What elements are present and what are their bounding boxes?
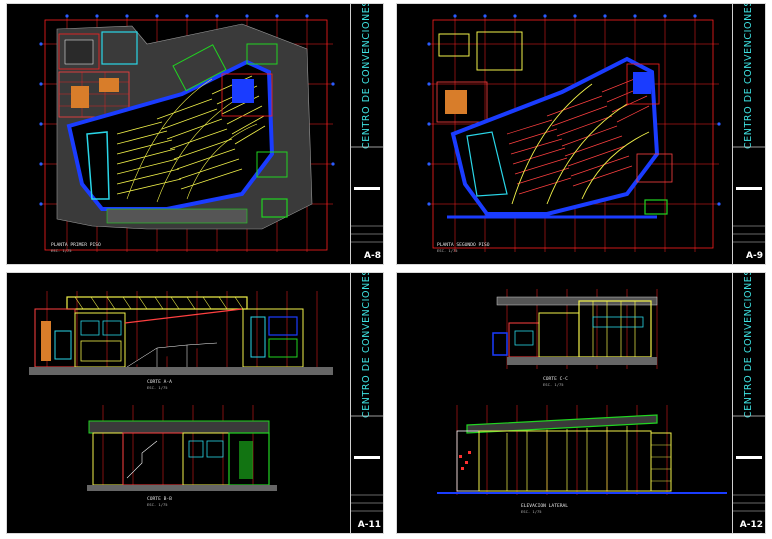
plan-second-floor-drawing [427, 14, 721, 252]
title-block-lines [733, 146, 765, 243]
view-scale: ESC. 1/75 [543, 382, 564, 387]
drawing-sheet-2[interactable]: PLANTA SEGUNDO PISO ESC. 1/75 CENTRO DE … [396, 3, 766, 265]
title-block: CENTRO DE CONVENCIONES A-8 [350, 4, 383, 264]
drawing-sheet-1[interactable]: PLANTA PRIMER PISO ESC. 1/75 CENTRO DE C… [6, 3, 384, 265]
sheet-number: A-8 [364, 251, 381, 261]
view-caption: PLANTA PRIMER PISO ESC. 1/75 [51, 243, 101, 253]
sheet-number: A-9 [746, 251, 763, 261]
title-block: CENTRO DE CONVENCIONES A-9 [732, 4, 765, 264]
view-scale: ESC. 1/75 [437, 248, 458, 253]
view-caption: CORTE C-C ESC. 1/75 [543, 377, 568, 387]
title-block-lines [733, 415, 765, 512]
view-scale: ESC. 1/75 [147, 385, 168, 390]
view-scale: ESC. 1/75 [521, 509, 542, 514]
title-block-lines [351, 415, 383, 512]
view-caption: PLANTA SEGUNDO PISO ESC. 1/75 [437, 243, 490, 253]
drawing-sheet-3[interactable]: CORTE A-A ESC. 1/75 CORTE B-B ESC. 1/75 … [6, 272, 384, 534]
title-block: CENTRO DE CONVENCIONES A-11 [350, 273, 383, 533]
view-scale: ESC. 1/75 [51, 248, 72, 253]
view-caption: ELEVACION LATERAL ESC. 1/75 [521, 504, 568, 514]
sections-aa-bb-drawing [29, 291, 333, 491]
view-caption: CORTE B-B ESC. 1/75 [147, 497, 172, 507]
title-block-lines [351, 146, 383, 243]
section-cc-elevation-drawing [437, 289, 727, 495]
view-caption: CORTE A-A ESC. 1/75 [147, 380, 172, 390]
title-block: CENTRO DE CONVENCIONES A-12 [732, 273, 765, 533]
view-scale: ESC. 1/75 [147, 502, 168, 507]
drawing-sheet-4[interactable]: CORTE C-C ESC. 1/75 ELEVACION LATERAL ES… [396, 272, 766, 534]
sheet-number: A-11 [357, 520, 381, 530]
sheet-number: A-12 [739, 520, 763, 530]
plan-first-floor-drawing [39, 14, 335, 252]
